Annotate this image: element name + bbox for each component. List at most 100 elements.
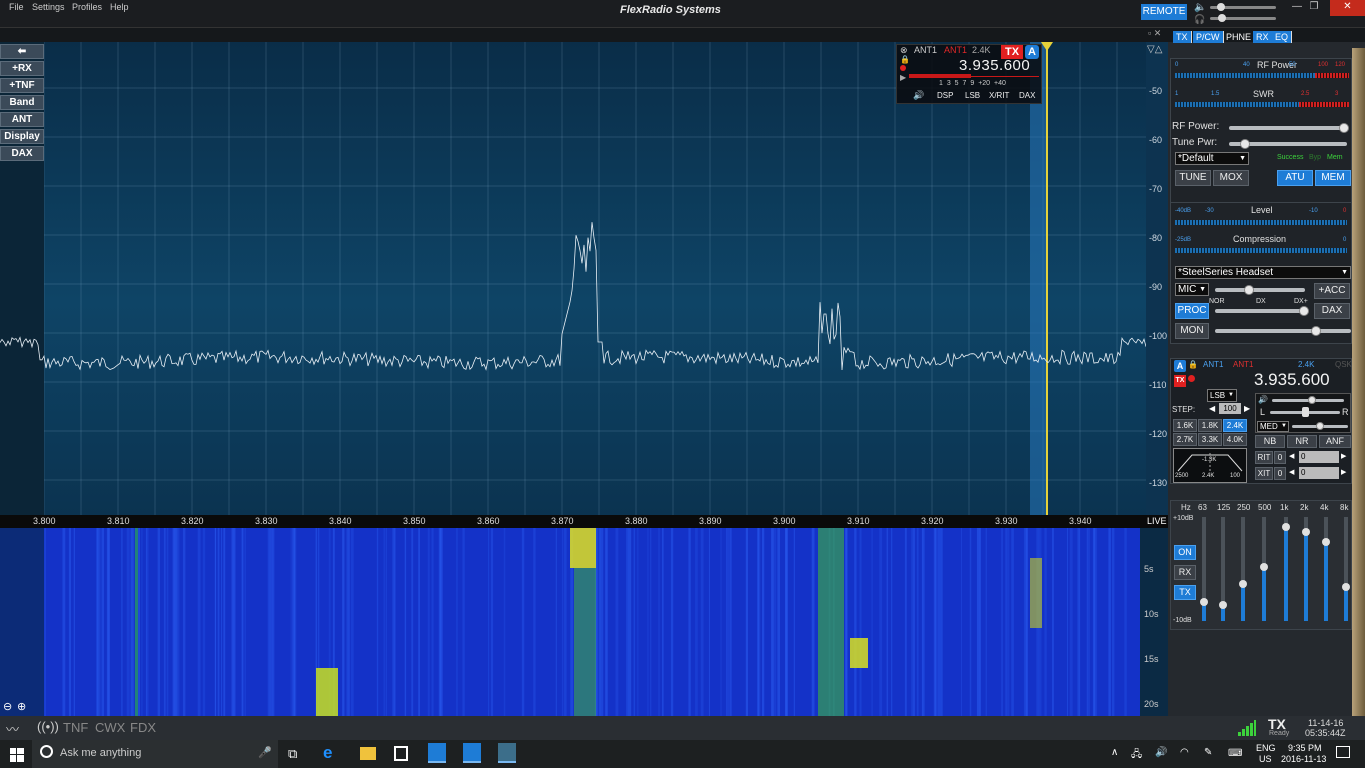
slice-volume-icon[interactable]: 🔊 <box>1258 395 1268 404</box>
volume-tray-icon[interactable]: 🔊 <box>1155 747 1167 758</box>
eq-slider-thumb[interactable] <box>1260 563 1268 571</box>
acc-button[interactable]: +ACC <box>1314 283 1350 299</box>
tab-pcw[interactable]: P/CW <box>1193 31 1224 43</box>
cat-app-icon[interactable] <box>463 743 481 763</box>
windows-start-icon[interactable] <box>10 748 24 762</box>
mem-button[interactable]: MEM <box>1315 170 1351 186</box>
eq-slider-thumb[interactable] <box>1200 598 1208 606</box>
slice-panel-frequency[interactable]: 3.935.600 <box>1254 370 1330 390</box>
store-icon[interactable] <box>394 746 408 761</box>
filter-24k[interactable]: 2.4K <box>1223 419 1247 432</box>
add-rx-button[interactable]: +RX <box>0 61 44 76</box>
agc-select[interactable]: MED ▼ <box>1257 421 1289 432</box>
tx-profile-select[interactable]: *Default ▼ <box>1175 152 1249 165</box>
eq-slider-thumb[interactable] <box>1322 538 1330 546</box>
search-box[interactable]: Ask me anything 🎤 <box>32 740 278 768</box>
rf-power-thumb[interactable] <box>1338 123 1349 133</box>
headphone-volume-thumb[interactable] <box>1218 14 1226 22</box>
tune-power-thumb[interactable] <box>1240 139 1251 149</box>
menu-settings[interactable]: Settings <box>32 2 65 12</box>
mode-select[interactable]: LSB ▼ <box>1207 389 1237 402</box>
pulse-icon[interactable]: 〰 <box>6 719 19 738</box>
wifi-icon[interactable]: ◠ <box>1180 747 1189 758</box>
mon-button[interactable]: MON <box>1175 323 1209 339</box>
rit-button[interactable]: RIT <box>1255 451 1273 464</box>
rit-left-icon[interactable]: ◀ <box>1289 452 1294 460</box>
slice-panel-rx-ant[interactable]: ANT1 <box>1203 360 1223 369</box>
zoom-out-icon[interactable]: ⊖ <box>3 700 12 713</box>
keyboard-icon[interactable]: ⌨ <box>1228 748 1242 759</box>
mon-volume-slider[interactable] <box>1215 329 1351 333</box>
filter-27k[interactable]: 2.7K <box>1173 433 1197 446</box>
qsk-label[interactable]: QSK <box>1335 360 1352 369</box>
tab-eq[interactable]: EQ <box>1272 31 1293 43</box>
tray-region[interactable]: US <box>1259 754 1272 764</box>
phone-dax-button[interactable]: DAX <box>1314 303 1350 319</box>
slice-mute-icon[interactable]: 🔊 <box>913 90 924 101</box>
filter-18k[interactable]: 1.8K <box>1198 419 1222 432</box>
rit-right-icon[interactable]: ▶ <box>1341 452 1346 460</box>
slice-frequency[interactable]: 3.935.600 <box>959 57 1030 74</box>
slice-panel-letter[interactable]: A <box>1174 360 1186 372</box>
flag-dax-button[interactable]: DAX <box>1019 91 1035 100</box>
tx-antenna[interactable]: ANT1 <box>944 45 967 55</box>
filter-33k[interactable]: 3.3K <box>1198 433 1222 446</box>
slice-panel-lock-icon[interactable]: 🔒 <box>1188 360 1198 369</box>
filter-40k[interactable]: 4.0K <box>1223 433 1247 446</box>
ant-button[interactable]: ANT <box>0 112 44 127</box>
slice-panel-tx-badge[interactable]: TX <box>1174 375 1186 387</box>
action-center-icon[interactable] <box>1336 746 1350 758</box>
menu-help[interactable]: Help <box>110 2 129 12</box>
rx-antenna[interactable]: ANT1 <box>914 45 937 55</box>
anf-button[interactable]: ANF <box>1319 435 1351 448</box>
atu-button[interactable]: ATU <box>1277 170 1313 186</box>
file-explorer-icon[interactable] <box>360 747 376 760</box>
xit-toggle[interactable]: 0 <box>1274 467 1286 480</box>
pen-icon[interactable]: ✎ <box>1204 747 1212 758</box>
xit-button[interactable]: XIT <box>1255 467 1273 480</box>
tray-language[interactable]: ENG <box>1256 743 1276 753</box>
rit-value[interactable]: 0 <box>1299 451 1339 463</box>
zoom-in-icon[interactable]: ⊕ <box>17 700 26 713</box>
slice-panel-tx-ant[interactable]: ANT1 <box>1233 360 1253 369</box>
band-button[interactable]: Band <box>0 95 44 110</box>
xit-value[interactable]: 0 <box>1299 467 1339 479</box>
smartsdr-app-icon[interactable] <box>498 743 516 763</box>
pan-thumb[interactable] <box>1302 407 1309 417</box>
pan-close-icons[interactable]: ▫ ✕ <box>1148 28 1161 39</box>
filter-16k[interactable]: 1.6K <box>1173 419 1197 432</box>
eq-slider-thumb[interactable] <box>1302 528 1310 536</box>
audio-device-select[interactable]: *SteelSeries Headset ▼ <box>1175 266 1351 279</box>
edge-browser-icon[interactable]: e <box>323 743 332 763</box>
close-button[interactable]: ✕ <box>1330 0 1365 16</box>
antenna-icon[interactable]: ((•)) <box>37 719 59 734</box>
tab-tx[interactable]: TX <box>1173 31 1192 43</box>
mox-button[interactable]: MOX <box>1213 170 1249 186</box>
display-button[interactable]: Display <box>0 129 44 144</box>
mode-button[interactable]: LSB <box>965 91 980 100</box>
mic-gain-slider[interactable] <box>1215 288 1305 292</box>
lock-icon[interactable]: 🔒 <box>900 55 910 64</box>
dsp-button[interactable]: DSP <box>937 91 953 100</box>
menu-profiles[interactable]: Profiles <box>72 2 102 12</box>
dax-button[interactable]: DAX <box>0 146 44 161</box>
remote-button[interactable]: REMOTE <box>1141 4 1187 20</box>
eq-slider-thumb[interactable] <box>1219 601 1227 609</box>
passband-display[interactable]: -1.3K 2500 2.4K 100 <box>1173 448 1247 483</box>
step-left-icon[interactable]: ◀ <box>1209 404 1215 413</box>
restore-button[interactable]: ❐ <box>1300 0 1328 16</box>
eq-rx-button[interactable]: RX <box>1174 565 1196 580</box>
collapse-button[interactable]: ⬅ <box>0 44 44 59</box>
slice-flag[interactable]: ⊗ 🔒 ▶ ANT1 ANT1 2.4K TX A 3.935.600 1 3 … <box>896 44 1042 104</box>
network-icon[interactable]: 🖧 <box>1131 747 1142 764</box>
eq-slider-thumb[interactable] <box>1239 580 1247 588</box>
eq-tx-button[interactable]: TX <box>1174 585 1196 600</box>
xrit-button[interactable]: X/RIT <box>989 91 1009 100</box>
proc-button[interactable]: PROC <box>1175 303 1209 319</box>
agc-threshold-thumb[interactable] <box>1316 422 1324 430</box>
tray-chevron-icon[interactable]: ∧ <box>1111 747 1118 758</box>
tune-button[interactable]: TUNE <box>1175 170 1211 186</box>
play-icon[interactable]: ▶ <box>900 73 906 82</box>
proc-thumb[interactable] <box>1299 306 1309 316</box>
xit-right-icon[interactable]: ▶ <box>1341 468 1346 476</box>
